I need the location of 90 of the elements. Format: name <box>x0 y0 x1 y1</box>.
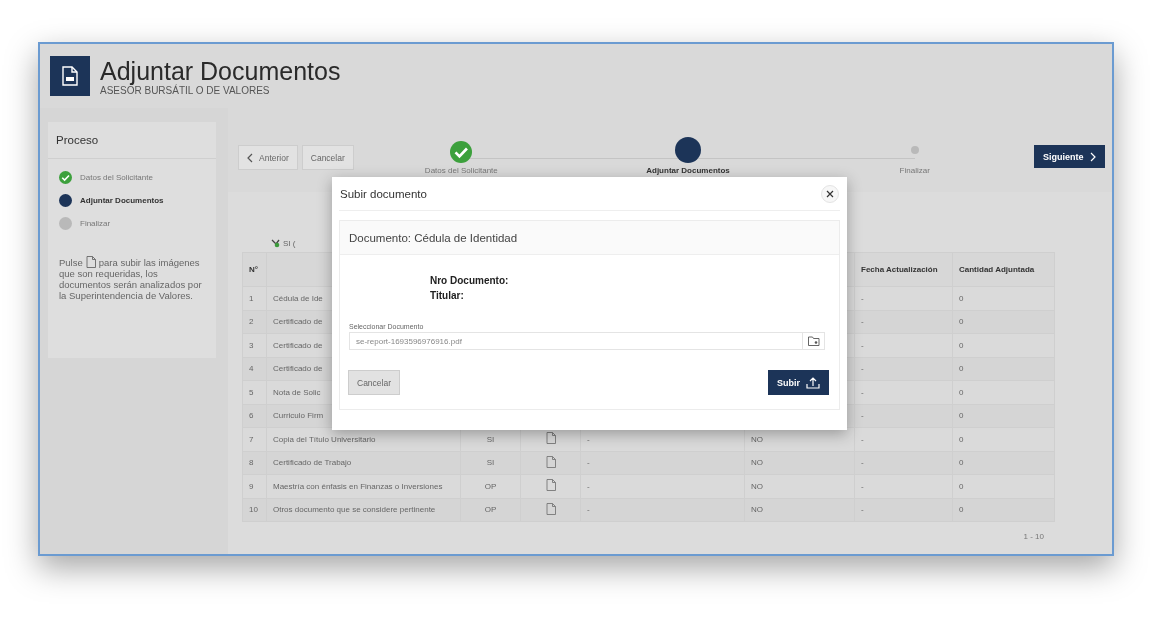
table-cell: 9 <box>249 481 254 491</box>
upload-button[interactable]: Subir <box>768 370 829 395</box>
table-cell: - <box>587 505 590 515</box>
close-button[interactable] <box>821 184 839 203</box>
table-cell: SI <box>486 458 495 468</box>
table-cell: Cédula de Ide <box>273 293 323 303</box>
legend-text: SI ( <box>283 239 296 248</box>
cancel-button[interactable]: Cancelar <box>348 370 401 395</box>
step-label: Adjuntar Documentos <box>80 196 164 205</box>
table-cell: 0 <box>959 505 964 515</box>
table-cell: Copia del Título Universitario <box>273 434 376 444</box>
table-cell: - <box>861 340 864 350</box>
next-button[interactable]: Siguiente <box>1034 145 1105 168</box>
table-cell: 0 <box>959 411 964 421</box>
table-cell: OP <box>484 481 497 491</box>
column-header: Cantidad Adjuntada <box>959 265 1035 274</box>
table-cell: NO <box>751 458 763 468</box>
table-cell: Certificado de Trabajo <box>273 458 352 468</box>
table-cell: 0 <box>959 364 964 374</box>
table-cell: - <box>587 434 590 444</box>
check-icon <box>271 238 281 248</box>
table-cell: NO <box>751 505 763 515</box>
table-cell: 1 <box>249 293 254 303</box>
document-icon <box>85 256 96 268</box>
table-cell: 6 <box>249 411 254 421</box>
table-cell: 7 <box>249 434 254 444</box>
step-label: Datos del Solicitante <box>80 173 153 182</box>
table-cell: 2 <box>249 317 254 327</box>
dialog-title: Subir documento <box>340 187 427 200</box>
table-cell: NO <box>751 481 763 491</box>
table-cell: Nota de Solic <box>273 387 321 397</box>
table-cell: Otros documento que se considere pertinente <box>273 505 436 515</box>
table-cell: 0 <box>959 340 964 350</box>
help-text: para subir las imágenes <box>98 256 200 268</box>
table-cell: - <box>861 434 864 444</box>
step-label: Finalizar <box>899 166 930 175</box>
table-cell: Curriculo Firm <box>273 411 324 421</box>
column-header: N° <box>249 265 258 274</box>
upload-file-icon[interactable] <box>545 479 556 492</box>
table-cell: 3 <box>249 340 254 350</box>
table-cell: SI <box>486 434 495 444</box>
upload-icon <box>806 376 820 389</box>
card-title: Documento: Cédula de Identidad <box>349 231 518 244</box>
file-input-field[interactable]: se-report-1693596976916.pdf <box>349 332 825 350</box>
step-label: Finalizar <box>80 219 111 228</box>
table-cell: OP <box>484 505 497 515</box>
page-title: Adjuntar Documentos <box>100 56 341 85</box>
table-cell: 0 <box>959 434 964 444</box>
table-cell: 5 <box>249 387 254 397</box>
table-cell: Maestría con énfasis en Finanzas o Inversiones <box>273 481 443 491</box>
page-subtitle: ASESOR BURSÁTIL O DE VALORES <box>100 84 271 96</box>
table-cell: 10 <box>249 505 258 515</box>
upload-file-icon[interactable] <box>545 432 556 445</box>
table-cell: 0 <box>959 387 964 397</box>
upload-file-icon[interactable] <box>545 502 556 515</box>
pagination-text: 1 - 10 <box>1023 532 1044 541</box>
column-header: Fecha Actualización <box>861 265 938 274</box>
table-cell: Certificado de <box>273 340 323 350</box>
table-cell: NO <box>751 434 763 444</box>
step-label: Adjuntar Documentos <box>646 166 730 175</box>
table-cell: Certificado de <box>273 317 323 327</box>
table-cell: - <box>861 293 864 303</box>
table-cell: 0 <box>959 458 964 468</box>
table-cell: - <box>587 481 590 491</box>
table-cell: 4 <box>249 364 254 374</box>
table-cell: - <box>861 317 864 327</box>
help-text: Pulse <box>59 256 83 268</box>
chevron-left-icon <box>247 152 253 163</box>
close-icon <box>826 189 834 198</box>
panel-title: Proceso <box>48 122 216 159</box>
table-cell: - <box>861 505 864 515</box>
table-cell: - <box>587 458 590 468</box>
step-label: Datos del Solicitante <box>424 166 498 175</box>
pdf-document-icon <box>50 56 90 96</box>
table-cell: - <box>861 481 864 491</box>
table-cell: - <box>861 458 864 468</box>
field-label: Titular: <box>430 290 465 301</box>
table-cell: - <box>861 387 864 397</box>
chevron-right-icon <box>1089 151 1096 162</box>
field-label: Nro Documento: <box>430 275 510 286</box>
table-cell: - <box>861 411 864 421</box>
upload-file-icon[interactable] <box>545 455 556 468</box>
table-cell: - <box>861 364 864 374</box>
table-cell: 0 <box>959 293 964 303</box>
table-cell: 0 <box>959 481 964 491</box>
help-text: que son requeridas, los documentos serán analizados por la Superintendencia de Valores. <box>59 268 203 301</box>
table-cell: 0 <box>959 317 964 327</box>
table-cell: 8 <box>249 458 254 468</box>
table-cell: Certificado de <box>273 364 323 374</box>
back-button[interactable]: Anterior <box>238 145 298 170</box>
